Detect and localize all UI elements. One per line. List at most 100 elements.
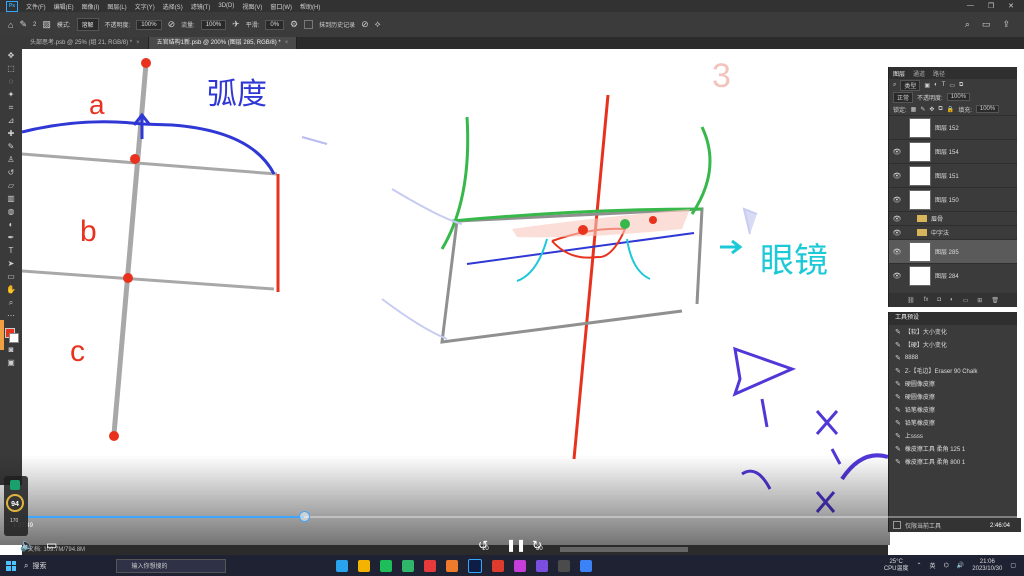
layer-row[interactable]: 图层 152	[889, 115, 1017, 139]
eye-icon[interactable]: 👁	[889, 172, 905, 180]
app-icon[interactable]	[580, 559, 593, 572]
opacity-input[interactable]: 100%	[136, 19, 162, 30]
video-scrubber-handle[interactable]	[299, 511, 310, 522]
preset-item[interactable]: ✎ 铅笔橡皮擦	[889, 403, 1017, 416]
qq-app-icon[interactable]	[336, 559, 349, 572]
airbrush-icon[interactable]: ✈	[232, 19, 240, 30]
blur-tool-icon[interactable]: ◍	[5, 207, 17, 217]
pressure-size-icon[interactable]: ⊘	[361, 19, 369, 30]
speaker-icon[interactable]: 🔊	[957, 562, 964, 569]
history-checkbox[interactable]	[304, 20, 314, 29]
preset-item[interactable]: ✎ 硬圆像皮擦	[889, 377, 1017, 390]
quick-mask-icon[interactable]: ◙	[5, 345, 17, 355]
pressure-opacity-icon[interactable]: ⊘	[168, 19, 176, 30]
home-icon[interactable]: ⌂	[8, 20, 13, 30]
symmetry-icon[interactable]: ⟡	[375, 19, 381, 30]
preset-item[interactable]: ✎ 8888	[889, 351, 1017, 364]
minimize-icon[interactable]: —	[967, 2, 974, 10]
gear-icon[interactable]: ⚙	[290, 19, 298, 30]
new-layer-icon[interactable]: ⊞	[977, 297, 982, 304]
brush-size[interactable]: 2	[33, 22, 36, 28]
tab-layers[interactable]: 图层	[893, 69, 905, 78]
zoom-tool-icon[interactable]: ⌕	[5, 298, 17, 308]
trash-icon[interactable]: 🗑	[991, 297, 999, 304]
filter-image-icon[interactable]: ▣	[924, 82, 930, 89]
maximize-icon[interactable]: ❐	[988, 2, 994, 10]
tab-paths[interactable]: 路径	[933, 69, 945, 78]
exit-fullscreen-icon[interactable]: ⤡	[964, 538, 974, 553]
clock[interactable]: 21:06 2023/10/30	[972, 559, 1002, 573]
preset-item[interactable]: ✎ 铅笔橡皮擦	[889, 416, 1017, 429]
flow-input[interactable]: 100%	[200, 19, 227, 30]
lock-brush-icon[interactable]: ✎	[920, 106, 925, 113]
adjustment-icon[interactable]: ◐	[950, 297, 954, 303]
menu-3d[interactable]: 3D(D)	[214, 3, 238, 9]
screen-mode-icon[interactable]: ▣	[5, 358, 17, 368]
smooth-input[interactable]: 0%	[265, 19, 285, 30]
blend-mode-select[interactable]: 正常	[893, 91, 914, 103]
pip-icon[interactable]: ⧉	[938, 538, 947, 553]
new-group-icon[interactable]: ▭	[963, 297, 969, 304]
browser-app-icon[interactable]	[402, 559, 415, 572]
preset-item[interactable]: ✎ 上ssss	[889, 429, 1017, 442]
preset-item[interactable]: ✎ 硬圆像皮擦	[889, 390, 1017, 403]
eye-icon[interactable]: 👁	[889, 215, 905, 223]
menu-help[interactable]: 帮助(H)	[296, 2, 324, 11]
close-icon[interactable]: ×	[285, 40, 289, 46]
magic-wand-icon[interactable]: ✦	[5, 90, 17, 100]
mode-select[interactable]: 溶解	[76, 18, 99, 31]
photoshop-app-icon[interactable]	[468, 558, 483, 573]
marquee-tool-icon[interactable]: ⬚	[5, 64, 17, 74]
eraser-icon[interactable]: ▱	[5, 181, 17, 191]
fill-input[interactable]: 100%	[975, 105, 1000, 113]
menu-select[interactable]: 选择(S)	[159, 2, 187, 11]
menu-edit[interactable]: 编辑(E)	[50, 2, 78, 11]
close-icon[interactable]: ✕	[1008, 2, 1014, 10]
filter-smart-icon[interactable]: ⧉	[959, 82, 963, 89]
app-icon[interactable]	[514, 559, 527, 572]
netease-app-icon[interactable]	[424, 559, 437, 572]
preset-item[interactable]: ✎ Z-【毛边】Eraser 90 Chalk	[889, 364, 1017, 377]
shape-tool-icon[interactable]: ▭	[5, 272, 17, 282]
menu-layer[interactable]: 图层(L)	[103, 2, 130, 11]
link-icon[interactable]: ⛓	[907, 297, 915, 304]
lasso-tool-icon[interactable]: ◌	[5, 77, 17, 87]
pen-icon[interactable]: ✎	[912, 538, 922, 552]
lock-move-icon[interactable]: ✥	[929, 106, 934, 113]
path-select-icon[interactable]: ➤	[5, 259, 17, 269]
type-tool-icon[interactable]: T	[5, 246, 17, 256]
current-tool-only-checkbox[interactable]	[893, 521, 901, 529]
healing-brush-icon[interactable]: ✚	[5, 129, 17, 139]
preset-item[interactable]: ✎ 【软】大小变化	[889, 325, 1017, 338]
filter-type-icon[interactable]: T	[942, 82, 946, 88]
pen-tool-icon[interactable]: ✒	[5, 233, 17, 243]
layer-row-selected[interactable]: 👁 图层 285	[889, 239, 1017, 263]
menu-view[interactable]: 视图(V)	[238, 2, 266, 11]
background-color-swatch[interactable]	[9, 333, 19, 343]
eye-icon[interactable]: 👁	[889, 248, 905, 256]
workspace-icon[interactable]: ▭	[982, 19, 991, 30]
tab-doc-1[interactable]: 头部思考.psb @ 25% (组 21, RGB/8) * ×	[22, 37, 149, 49]
eye-icon[interactable]: 👁	[889, 196, 905, 204]
weather-widget[interactable]: 25°C CPU温度	[884, 559, 909, 573]
network-icon[interactable]: ⌬	[944, 562, 949, 569]
eye-icon[interactable]: 👁	[889, 148, 905, 156]
crop-tool-icon[interactable]: ⌗	[5, 103, 17, 113]
dodge-tool-icon[interactable]: ◐	[5, 220, 17, 230]
preset-item[interactable]: ✎ 【硬】大小变化	[889, 338, 1017, 351]
layer-group-row[interactable]: 👁 眉骨	[889, 211, 1017, 225]
gradient-icon[interactable]: ▥	[5, 194, 17, 204]
menu-image[interactable]: 图像(I)	[78, 2, 104, 11]
wps-app-icon[interactable]	[492, 559, 505, 572]
windows-start-icon[interactable]	[6, 560, 16, 571]
input-method-label[interactable]: 英	[930, 561, 936, 570]
lock-artboard-icon[interactable]: ⧉	[938, 106, 942, 113]
taskbar-search-label[interactable]: 搜索	[32, 561, 46, 571]
folder-app-icon[interactable]	[358, 559, 371, 572]
filter-adjust-icon[interactable]: ◐	[934, 82, 938, 88]
search-icon[interactable]: ⌕	[24, 561, 28, 571]
layer-row[interactable]: 👁 图层 151	[889, 163, 1017, 187]
brush-settings-icon[interactable]: ▨	[42, 19, 51, 30]
wechat-app-icon[interactable]	[380, 559, 393, 572]
eye-icon[interactable]: 👁	[889, 272, 905, 280]
